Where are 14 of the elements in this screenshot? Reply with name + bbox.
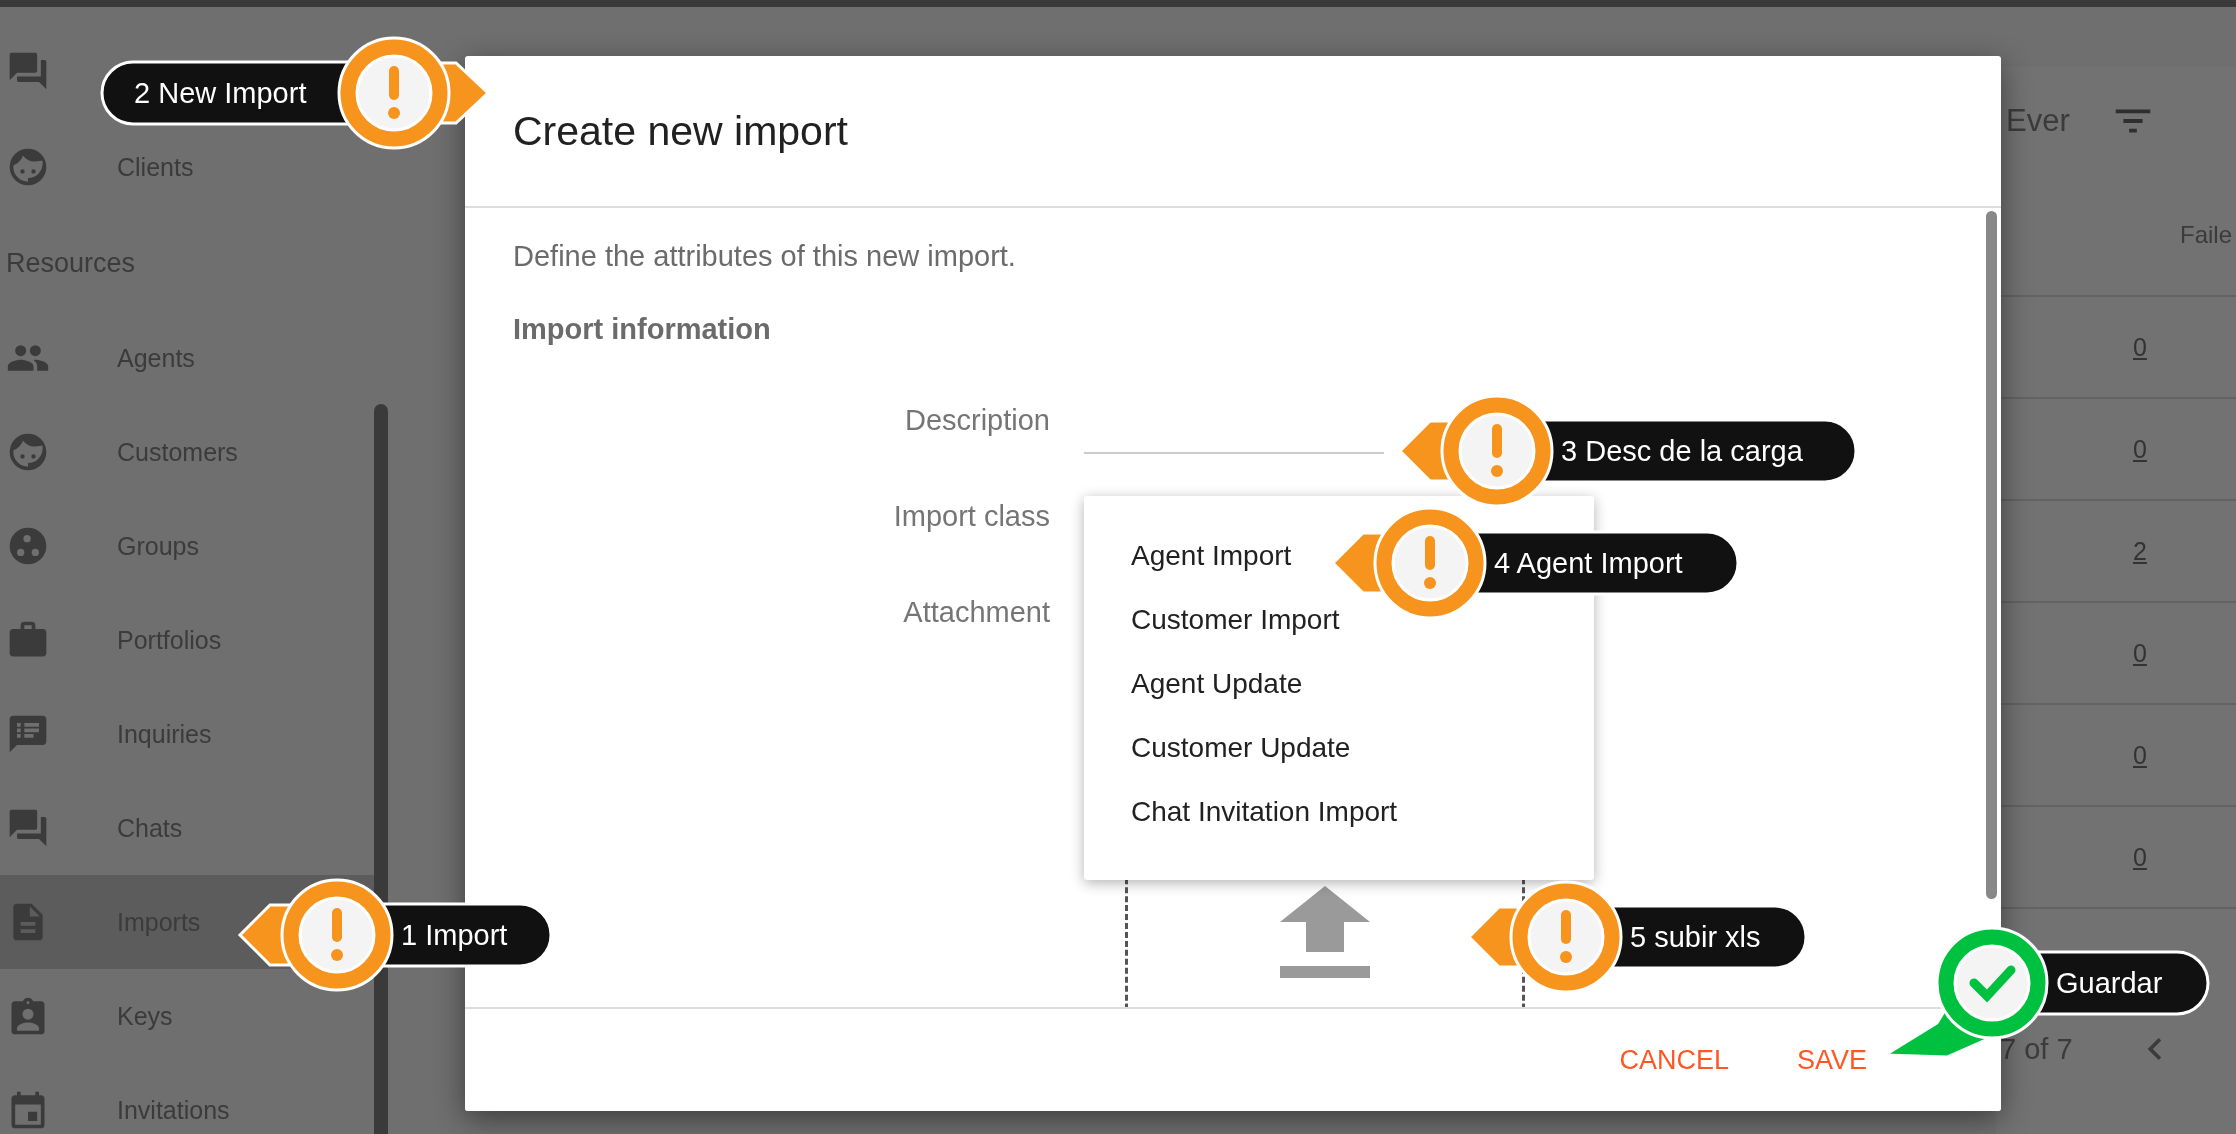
column-header: Faile	[2179, 221, 2232, 249]
dialog-title: Create new import	[513, 107, 848, 155]
section-heading: Import information	[513, 313, 772, 346]
period-label: Ever	[2006, 103, 2070, 139]
callout-label: 3 Desc de la carga	[1561, 434, 1803, 469]
field-label: Import class	[892, 499, 1050, 534]
intro-text: Define the attributes of this new import.	[513, 240, 1017, 273]
field-label: Attachment	[902, 595, 1050, 630]
callout-label: 2 New Import	[134, 76, 307, 111]
callout-label: 4 Agent Import	[1494, 546, 1683, 581]
callout-label: 1 Import	[401, 918, 508, 953]
field-label: Description	[903, 403, 1050, 438]
callout-label: Guardar	[2056, 966, 2163, 1001]
callout-label: 5 subir xls	[1630, 920, 1761, 955]
